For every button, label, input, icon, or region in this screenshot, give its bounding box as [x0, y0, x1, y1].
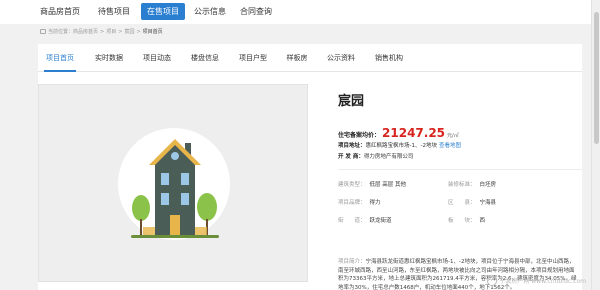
address-value: 惠红枫路宝枫市场-1、-2地块 — [365, 143, 437, 149]
project-panel: 项目首页 实时数据 项目动态 楼盘信息 项目户型 样板房 公示资料 销售机构 宸… — [38, 44, 582, 290]
breadcrumb-item-project[interactable]: 宸园 — [124, 29, 134, 35]
price-unit: 元/㎡ — [447, 133, 459, 139]
page-scrollbar[interactable] — [591, 0, 600, 290]
top-nav: 商品房首页 待售项目 在售项目 公示信息 合同查询 — [0, 0, 600, 24]
view-map-link[interactable]: 查看地图 — [439, 143, 461, 149]
breadcrumb-item-home[interactable]: 商品房首页 — [73, 29, 98, 35]
address-label: 项目地址： — [338, 143, 366, 149]
tab-project-news[interactable]: 项目动态 — [141, 44, 173, 72]
street-row: 街 道： 跃龙街道 — [338, 216, 392, 224]
description-label: 项目简介： — [338, 259, 366, 265]
breadcrumb: 当前位置：商品房首页 > 项目 > 宸园 > 项目首页 — [40, 28, 163, 38]
arch-type-label: 建筑类型： — [338, 182, 366, 188]
house-illustration — [118, 128, 230, 240]
watermark-text: 宁波房产网 www.cnnbfdc.com — [499, 278, 586, 285]
project-name: 宸园 — [338, 94, 365, 109]
area-value: 西 — [479, 218, 486, 224]
district-value: 宁海县 — [479, 200, 497, 206]
brand-label: 项目品牌： — [338, 200, 366, 206]
breadcrumb-separator: > — [118, 29, 123, 35]
tab-sales-agency[interactable]: 销售机构 — [373, 44, 405, 72]
brand-value: 得力 — [369, 200, 381, 206]
tab-building-info[interactable]: 楼盘信息 — [189, 44, 221, 72]
info-divider — [338, 169, 582, 170]
tab-realtime-data[interactable]: 实时数据 — [93, 44, 125, 72]
tab-floor-plans[interactable]: 项目户型 — [237, 44, 269, 72]
area-row: 板 块：西 — [448, 216, 485, 224]
nav-item-contract-query[interactable]: 合同查询 — [234, 3, 278, 20]
developer-label: 开 发 商： — [338, 154, 364, 160]
arch-type-value: 低层 高层 其他 — [369, 182, 407, 188]
brand-row: 项目品牌： 得力 — [338, 198, 381, 206]
area-label: 板 块： — [448, 218, 476, 224]
address-row: 项目地址：惠红枫路宝枫市场-1、-2地块 查看地图 — [338, 141, 461, 149]
nav-item-on-sale[interactable]: 在售项目 — [141, 3, 185, 20]
nav-item-pending[interactable]: 待售项目 — [92, 3, 136, 20]
breadcrumb-item-projects[interactable]: 项目 — [106, 29, 116, 35]
breadcrumb-item-current: 项目首页 — [142, 29, 163, 35]
watermark-logo-icon — [487, 276, 498, 286]
decoration-label: 装修标准： — [448, 182, 476, 188]
district-label: 区 县： — [448, 200, 476, 206]
district-row: 区 县： 宁海县 — [448, 198, 496, 206]
breadcrumb-prefix: 当前位置： — [48, 29, 74, 35]
breadcrumb-separator: > — [100, 29, 105, 35]
price-label: 住宅备案均价： — [338, 132, 381, 139]
scrollbar-thumb[interactable] — [594, 12, 599, 144]
developer-row: 开 发 商：得力房地产有限公司 — [338, 152, 413, 160]
home-icon — [40, 29, 46, 34]
street-label: 街 道： — [338, 218, 366, 224]
price-row: 住宅备案均价： 21247.25 元/㎡ — [338, 122, 459, 141]
nav-item-public-info[interactable]: 公示信息 — [188, 3, 232, 20]
decoration-row: 装修标准： 白坯房 — [448, 180, 496, 188]
tab-show-flat[interactable]: 样板房 — [284, 44, 310, 72]
nav-item-home[interactable]: 商品房首页 — [38, 3, 82, 20]
decoration-value: 白坯房 — [479, 182, 497, 188]
site-watermark: 宁波房产网 www.cnnbfdc.com — [487, 276, 586, 286]
street-value: 跃龙街道 — [369, 218, 392, 224]
tab-public-docs[interactable]: 公示资料 — [325, 44, 357, 72]
breadcrumb-separator: > — [136, 29, 141, 35]
price-value: 21247.25 — [382, 126, 446, 140]
developer-value: 得力房地产有限公司 — [363, 154, 414, 160]
project-image — [38, 84, 308, 282]
arch-type-row: 建筑类型： 低层 高层 其他 — [338, 180, 406, 188]
tab-project-home[interactable]: 项目首页 — [44, 44, 76, 72]
project-tabs: 项目首页 实时数据 项目动态 楼盘信息 项目户型 样板房 公示资料 销售机构 — [38, 44, 582, 72]
